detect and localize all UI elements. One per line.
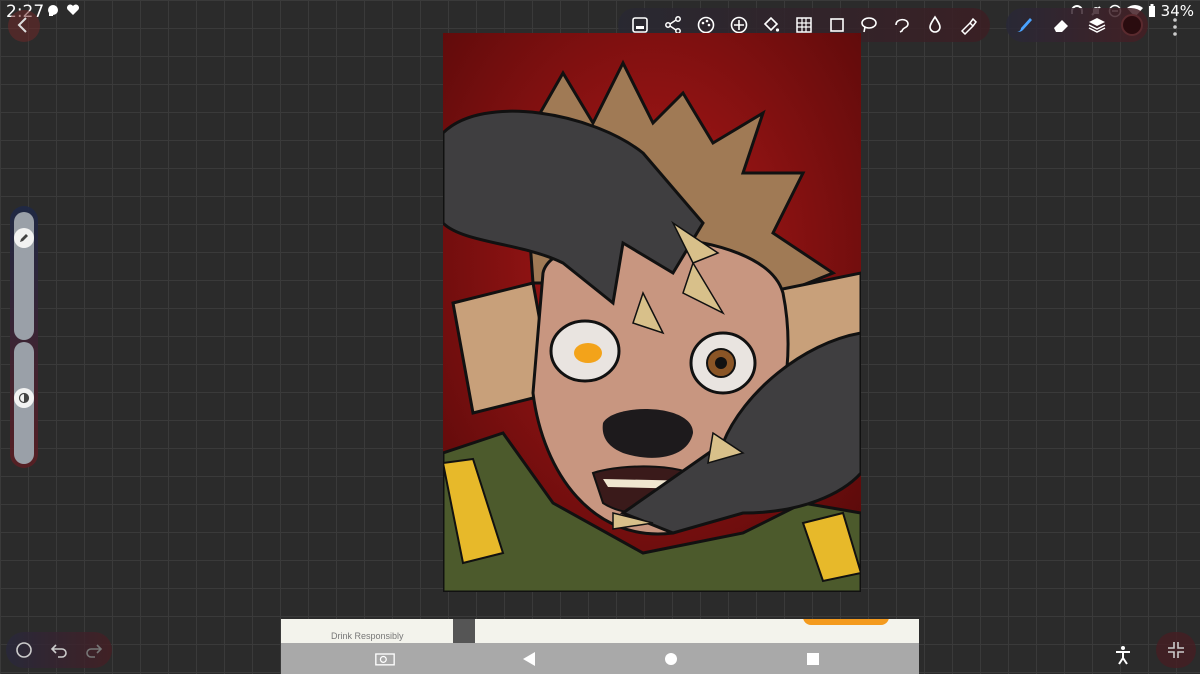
brush-size-slider[interactable] xyxy=(14,212,34,340)
screenshot-button[interactable] xyxy=(375,649,395,669)
status-notifications xyxy=(46,3,80,17)
chevron-left-icon xyxy=(17,17,27,33)
select-button[interactable] xyxy=(889,12,915,38)
circle-menu-icon[interactable] xyxy=(14,640,34,660)
opacity-icon xyxy=(18,392,30,404)
share-icon xyxy=(665,16,682,34)
dropper-icon xyxy=(929,15,941,33)
ad-cta-button[interactable] xyxy=(803,619,889,625)
nav-back-button[interactable] xyxy=(519,649,539,669)
artwork-illustration xyxy=(443,33,861,592)
select-shape-icon xyxy=(895,18,909,33)
gallery-icon xyxy=(632,17,649,33)
nav-home-button[interactable] xyxy=(661,649,681,669)
redo-icon[interactable] xyxy=(84,640,104,660)
brush-opacity-knob[interactable] xyxy=(14,388,34,408)
square-recents-icon xyxy=(807,653,819,665)
dropper-button[interactable] xyxy=(922,12,948,38)
triangle-back-icon xyxy=(523,652,535,666)
undo-icon[interactable] xyxy=(49,640,69,660)
canvas-artwork[interactable] xyxy=(443,33,861,592)
chat-icon xyxy=(48,5,58,16)
brush-opacity-slider[interactable] xyxy=(14,342,34,464)
palette-icon xyxy=(697,16,715,34)
camera-icon xyxy=(375,653,395,666)
pencil-icon xyxy=(20,234,28,242)
brush-size-knob[interactable] xyxy=(14,228,34,248)
brush-button[interactable] xyxy=(1011,12,1037,38)
battery-icon xyxy=(1148,4,1155,17)
nav-recents-button[interactable] xyxy=(803,649,823,669)
adjust-icon xyxy=(960,17,977,35)
square-icon xyxy=(829,18,844,32)
collapse-icon xyxy=(1168,642,1184,658)
brush-icon xyxy=(1017,18,1033,32)
brush-toolbar xyxy=(1006,8,1148,42)
accessibility-icon[interactable] xyxy=(1112,644,1134,666)
eraser-button[interactable] xyxy=(1048,12,1074,38)
navigation-bar xyxy=(281,643,919,674)
ad-logo xyxy=(453,619,475,643)
bucket-icon xyxy=(764,16,780,32)
side-panel xyxy=(10,206,38,468)
circle-home-icon xyxy=(665,653,677,665)
grid-icon xyxy=(796,17,812,33)
ad-disclaimer: Drink Responsibly xyxy=(331,631,404,641)
add-icon xyxy=(730,16,747,34)
ad-banner[interactable]: Drink Responsibly xyxy=(281,619,919,643)
lasso-icon xyxy=(861,17,878,33)
back-button[interactable] xyxy=(8,10,40,42)
heart-icon xyxy=(66,4,80,15)
eraser-icon xyxy=(1053,20,1068,32)
bottom-left-controls xyxy=(6,632,112,668)
more-options-icon[interactable] xyxy=(1164,16,1186,38)
fullscreen-button[interactable] xyxy=(1156,632,1196,668)
layers-icon xyxy=(1088,18,1106,33)
adjust-button[interactable] xyxy=(955,12,981,38)
layers-button[interactable] xyxy=(1084,12,1110,38)
color-swatch[interactable] xyxy=(1120,14,1143,36)
